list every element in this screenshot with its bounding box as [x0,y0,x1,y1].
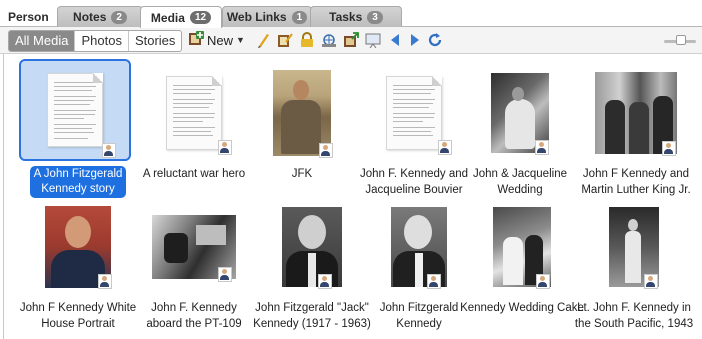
tab-person[interactable]: Person [0,6,60,27]
tab-notes-count-badge: 2 [111,10,127,24]
filter-stories[interactable]: Stories [129,31,181,51]
media-caption: John & Jacqueline Wedding [458,166,582,198]
tab-web-links[interactable]: Web Links 1 [222,6,312,27]
link-icon[interactable] [320,31,338,49]
media-caption: Lt. John F. Kennedy in the South Pacific… [572,300,696,332]
media-caption-line: House Portrait [41,318,115,330]
add-media-icon [188,30,204,50]
tab-web-links-count-badge: 1 [291,10,308,24]
person-badge-icon [644,274,658,289]
media-caption-line: A John Fitzgerald [33,168,123,180]
media-caption-line: Wedding [497,184,543,196]
person-badge-icon [427,274,441,289]
tab-notes-label: Notes [73,10,107,24]
media-thumbnail[interactable] [244,63,360,163]
thumbnail-size-slider-knob[interactable] [676,35,686,45]
tab-notes[interactable]: Notes 2 [57,6,143,27]
media-thumbnail[interactable] [136,63,252,163]
media-thumbnail[interactable] [464,197,580,297]
media-caption-line: A reluctant war hero [142,168,246,180]
previous-icon[interactable] [386,31,404,49]
person-badge-icon [438,140,452,155]
media-thumbnail[interactable] [578,63,694,163]
media-caption-line: Lt. John F. Kennedy in [577,302,691,314]
person-badge-icon [102,143,116,158]
media-caption-line: Kennedy [396,318,442,330]
media-caption-line: John F. Kennedy [151,302,237,314]
person-badge-icon [319,143,333,158]
media-thumbnail[interactable] [20,197,136,297]
new-media-button[interactable]: New ▼ [188,30,245,50]
media-caption-line: John Fitzgerald [379,302,459,314]
media-caption-line: Kennedy story [41,183,115,195]
left-border [3,54,4,339]
tab-tasks-count-badge: 3 [367,10,383,24]
tab-media[interactable]: Media 12 [140,6,222,28]
media-caption-line: Kennedy (1917 - 1963) [253,318,371,330]
person-badge-icon [536,274,550,289]
media-caption: A John Fitzgerald Kennedy story [16,166,140,198]
media-caption-line: John F Kennedy and [582,168,690,180]
document-icon [47,73,103,147]
media-caption-line: JFK [291,168,313,180]
person-badge-icon [662,141,676,156]
jfk-portrait-bw [282,207,342,287]
media-caption-line: John F Kennedy White [19,302,137,314]
properties-icon[interactable] [276,31,294,49]
media-caption-line: John & Jacqueline [473,168,567,180]
lock-icon[interactable] [298,31,316,49]
person-badge-icon [98,274,112,289]
media-caption-line: John F. Kennedy and [359,168,469,180]
media-thumbnail[interactable] [361,197,477,297]
media-caption: John F Kennedy White House Portrait [16,300,140,332]
media-caption-line: Jacqueline Bouvier [365,184,463,196]
media-caption-line: John Fitzgerald "Jack" [255,302,369,314]
refresh-icon[interactable] [426,31,444,49]
tab-media-label: Media [150,10,185,25]
media-thumbnail[interactable] [576,197,692,297]
document-icon [386,76,442,150]
media-caption-line: Martin Luther King Jr. [581,184,691,196]
media-thumbnail[interactable] [356,63,472,163]
new-media-label: New [207,32,234,48]
tab-web-links-label: Web Links [226,10,287,24]
tab-person-label: Person [8,9,49,24]
media-caption: A reluctant war hero [132,166,256,182]
next-icon[interactable] [406,31,424,49]
media-caption-line: aboard the PT-109 [146,318,242,330]
tab-media-count-badge: 12 [189,11,212,24]
media-filter-segmented-control: All Media Photos Stories [8,30,183,52]
slideshow-icon[interactable] [364,31,382,49]
media-thumbnail[interactable] [136,197,252,297]
media-caption: JFK [240,166,364,182]
person-badge-icon [535,140,549,155]
media-caption: Kennedy Wedding Cake [460,300,584,316]
media-caption: John Fitzgerald "Jack" Kennedy (1917 - 1… [250,300,374,332]
person-badge-icon [318,274,332,289]
media-caption-highlight: A John Fitzgerald Kennedy story [29,166,127,198]
document-icon [166,76,222,150]
person-badge-icon [218,140,232,155]
edit-pencil-icon[interactable] [254,31,272,49]
media-caption-line: the South Pacific, 1943 [574,318,694,330]
person-badge-icon [218,267,232,282]
tab-tasks[interactable]: Tasks 3 [310,6,402,27]
media-caption: John F Kennedy and Martin Luther King Jr… [574,166,698,198]
chevron-down-icon: ▼ [236,35,245,45]
tab-tasks-label: Tasks [329,10,363,24]
media-thumbnail[interactable] [254,197,370,297]
media-caption-line: Kennedy Wedding Cake [460,302,584,314]
filter-photos[interactable]: Photos [75,31,129,51]
tab-strip: Person Notes 2 Media 12 Web Links 1 Task… [0,0,702,28]
media-thumbnail[interactable] [462,63,578,163]
media-toolbar: All Media Photos Stories New ▼ [0,27,702,54]
media-caption: John F. Kennedy aboard the PT-109 [132,300,256,332]
export-icon[interactable] [342,31,360,49]
filter-all-media[interactable]: All Media [9,31,76,51]
